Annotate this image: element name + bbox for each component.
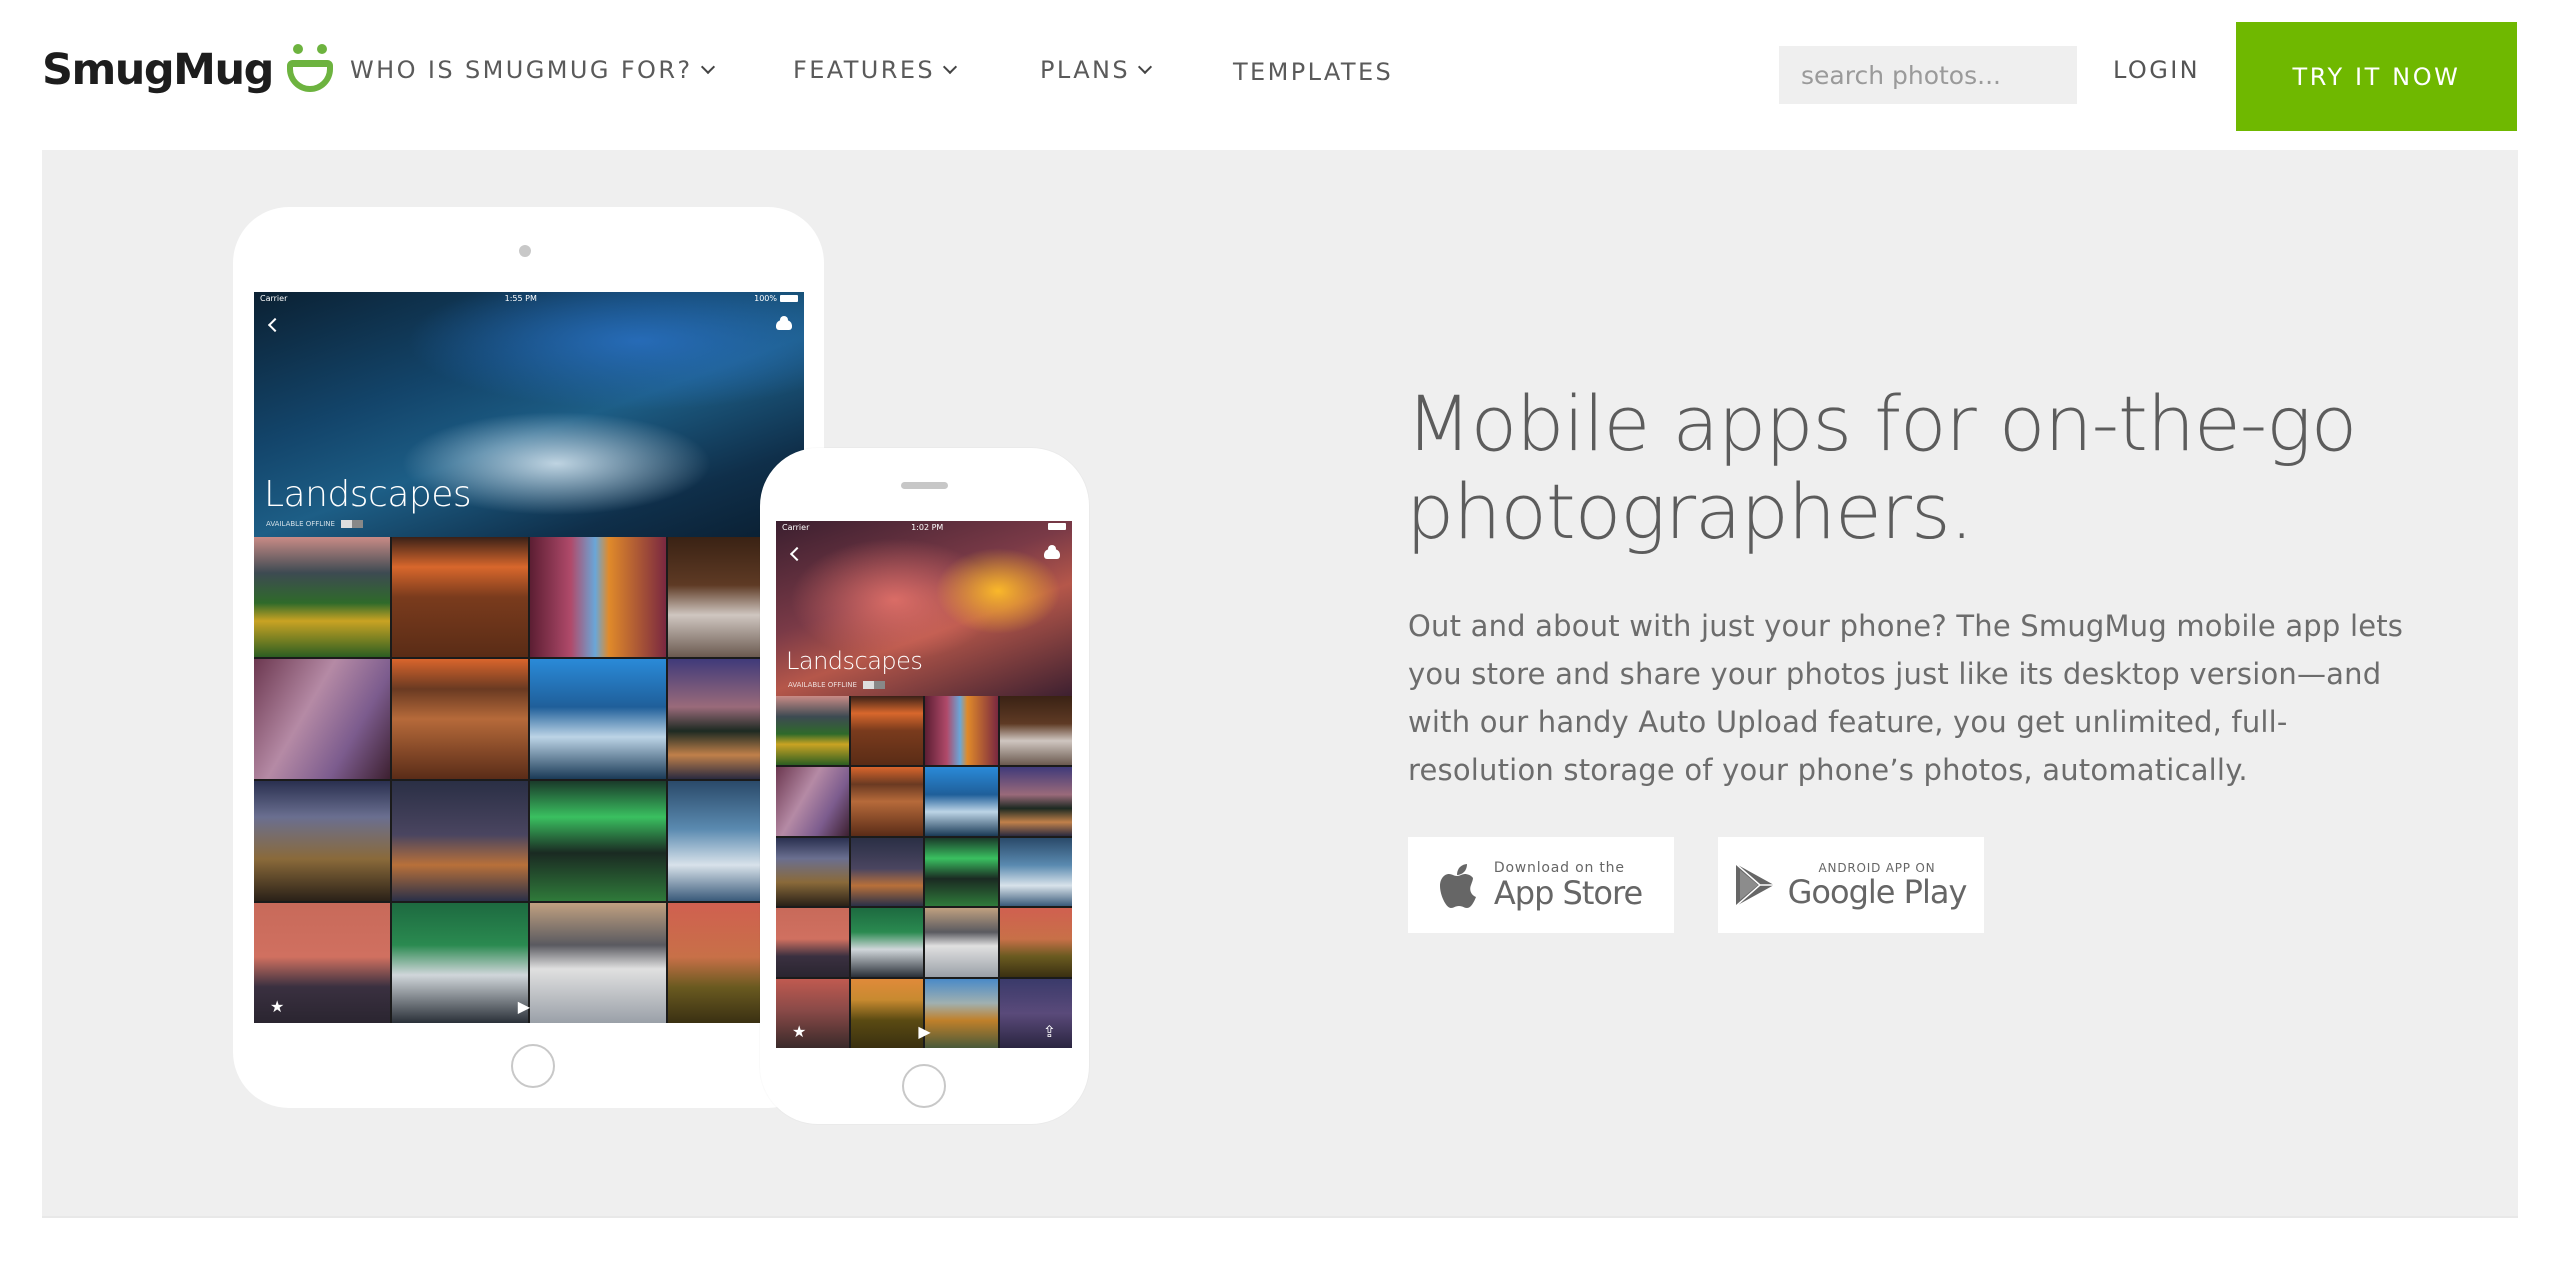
phone-home-button [902, 1064, 946, 1108]
hero-headline: Mobile apps for on-the-go photographers. [1406, 379, 2357, 556]
play-icon: ▶ [918, 1024, 931, 1041]
photo-thumbnail [392, 537, 528, 657]
cloud-upload-icon [1044, 545, 1060, 559]
photo-thumbnail [530, 659, 666, 779]
photo-grid [254, 537, 804, 1023]
photo-thumbnail [925, 908, 998, 978]
photo-thumbnail [925, 696, 998, 765]
smiley-logo-icon [286, 44, 333, 96]
photo-thumbnail [850, 696, 923, 765]
nav-label: WHO IS SMUGMUG FOR? [350, 56, 693, 84]
photo-thumbnail [530, 537, 666, 657]
photo-thumbnail [392, 659, 528, 779]
carrier-label: Carrier [782, 523, 810, 532]
phone-mockup: Carrier 1:02 PM Landscapes AVAILABLE OFF… [760, 448, 1089, 1124]
nav-label: FEATURES [793, 56, 936, 84]
status-bar: Carrier 1:02 PM [782, 523, 1066, 532]
nav-features[interactable]: FEATURES [793, 56, 958, 84]
photo-thumbnail [776, 837, 849, 907]
nav-label: PLANS [1040, 56, 1130, 84]
album-title: Landscapes [786, 647, 923, 675]
photo-thumbnail [392, 781, 528, 901]
nav-plans[interactable]: PLANS [1040, 56, 1153, 84]
photo-thumbnail [254, 781, 390, 901]
nav-who-is-smugmug-for[interactable]: WHO IS SMUGMUG FOR? [350, 56, 715, 84]
available-offline-toggle: AVAILABLE OFFLINE [788, 681, 885, 689]
photo-thumbnail [925, 766, 998, 836]
badge-title: App Store [1493, 874, 1643, 912]
photo-thumbnail [530, 903, 666, 1023]
site-header: SmugMug WHO IS SMUGMUG FOR? FEATURES PLA… [0, 0, 2560, 150]
album-title: Landscapes [264, 474, 472, 515]
cloud-upload-icon [776, 316, 792, 330]
hero-description: Out and about with just your phone? The … [1408, 609, 2404, 787]
tablet-mockup: Carrier 1:55 PM 100% Landscapes AVAILABL… [233, 207, 824, 1108]
photo-thumbnail [530, 781, 666, 901]
tablet-home-button [511, 1044, 555, 1088]
photo-thumbnail [850, 766, 923, 836]
photo-thumbnail [999, 766, 1072, 836]
photo-grid [776, 696, 1072, 1048]
phone-speaker [901, 482, 948, 489]
photo-thumbnail [925, 837, 998, 907]
photo-thumbnail [776, 908, 849, 978]
app-store-badge[interactable]: Download on the App Store [1408, 837, 1674, 933]
battery-icon [1048, 523, 1066, 530]
toggle-switch [862, 681, 885, 689]
photo-thumbnail [850, 837, 923, 907]
photo-thumbnail [999, 837, 1072, 907]
carrier-label: Carrier [260, 294, 288, 303]
nav-label: TEMPLATES [1233, 58, 1394, 86]
smugmug-logo[interactable]: SmugMug [42, 40, 333, 100]
photo-thumbnail [999, 908, 1072, 978]
bottom-toolbar: ★ ▶ ⇪ [792, 1022, 1056, 1042]
clock: 1:55 PM [504, 294, 537, 303]
photo-thumbnail [999, 696, 1072, 765]
bottom-toolbar: ★ ▶ [270, 997, 530, 1017]
chevron-down-icon [700, 59, 715, 75]
google-play-icon [1735, 864, 1774, 906]
battery-icon [780, 295, 798, 302]
chevron-down-icon [942, 59, 958, 75]
photo-thumbnail [776, 766, 849, 836]
share-icon: ⇪ [1042, 1024, 1056, 1041]
chevron-down-icon [1137, 59, 1153, 75]
search-input[interactable] [1779, 46, 2077, 104]
photo-thumbnail [254, 537, 390, 657]
battery-indicator: 100% [754, 294, 798, 303]
available-offline-toggle: AVAILABLE OFFLINE [266, 520, 363, 528]
photo-thumbnail [254, 659, 390, 779]
login-link[interactable]: LOGIN [2113, 56, 2200, 84]
try-it-now-button[interactable]: TRY IT NOW [2236, 22, 2517, 131]
star-icon: ★ [792, 1024, 807, 1041]
clock: 1:02 PM [911, 523, 944, 532]
photo-thumbnail [776, 696, 849, 765]
tablet-screen: Carrier 1:55 PM 100% Landscapes AVAILABL… [254, 292, 804, 1023]
play-icon: ▶ [517, 999, 530, 1016]
phone-screen: Carrier 1:02 PM Landscapes AVAILABLE OFF… [776, 521, 1072, 1048]
star-icon: ★ [270, 999, 285, 1016]
status-bar: Carrier 1:55 PM 100% [260, 294, 798, 303]
nav-templates[interactable]: TEMPLATES [1233, 58, 1393, 86]
logo-wordmark: SmugMug [42, 45, 274, 95]
tablet-camera [519, 245, 531, 257]
google-play-badge[interactable]: ANDROID APP ON Google Play [1718, 837, 1984, 933]
photo-thumbnail [850, 908, 923, 978]
apple-icon [1439, 864, 1476, 908]
badge-title: Google Play [1787, 873, 1968, 911]
toggle-switch [340, 520, 363, 528]
